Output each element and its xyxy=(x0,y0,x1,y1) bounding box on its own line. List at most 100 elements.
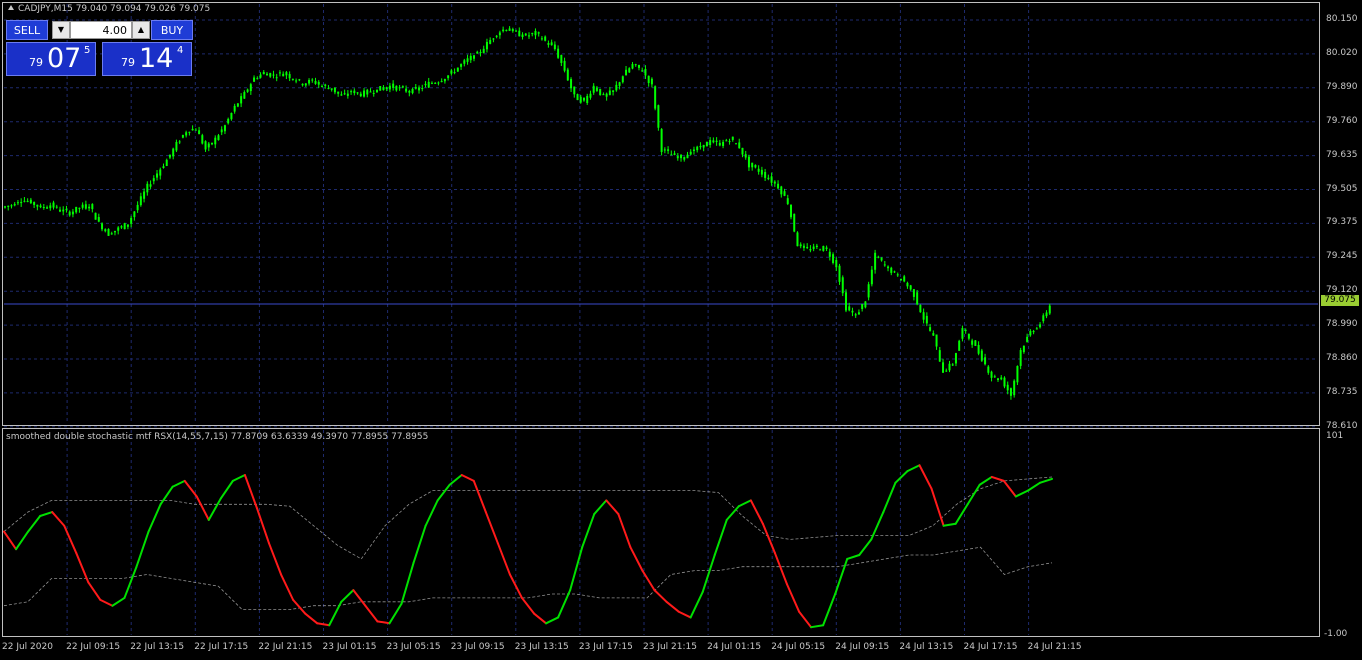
candle-body xyxy=(298,79,301,81)
buy-price-main: 14 xyxy=(139,43,174,74)
candle-body xyxy=(589,93,592,98)
candle-body xyxy=(42,207,45,209)
rsx-line-segment xyxy=(219,479,234,500)
rsx-line-segment xyxy=(1026,481,1041,492)
candle-body xyxy=(1042,315,1045,322)
price-axis-label: 79.760 xyxy=(1326,115,1358,126)
candle-body xyxy=(673,153,676,155)
candle-body xyxy=(434,82,437,84)
candle-body xyxy=(608,90,611,95)
candle-body xyxy=(1016,365,1019,383)
buy-button[interactable]: BUY xyxy=(151,20,193,40)
candle-body xyxy=(903,276,906,282)
candle-body xyxy=(809,249,812,251)
candle-body xyxy=(576,94,579,101)
sell-price-quote[interactable]: 79 07 5 xyxy=(6,42,96,76)
indicator-top-label: 101 xyxy=(1326,431,1344,441)
candle-body xyxy=(854,314,857,316)
rsx-line-segment xyxy=(243,474,258,510)
rsx-line-segment xyxy=(629,546,644,572)
candle-body xyxy=(573,86,576,95)
candle-body xyxy=(1019,350,1022,366)
rsx-line-segment xyxy=(749,499,764,525)
candle-body xyxy=(654,86,657,109)
candle-body xyxy=(94,212,97,220)
candle-body xyxy=(126,224,129,227)
rsx-line-segment xyxy=(737,499,752,508)
candle-body xyxy=(220,129,223,133)
candle-body xyxy=(964,329,967,332)
candle-body xyxy=(760,169,763,175)
candle-body xyxy=(508,28,511,31)
candle-body xyxy=(987,366,990,373)
time-axis-label: 24 Jul 21:15 xyxy=(1027,642,1082,652)
candle-body xyxy=(382,87,385,91)
rsx-line-segment xyxy=(159,485,174,506)
candle-body xyxy=(91,204,94,210)
candle-body xyxy=(214,137,217,145)
rsx-line-segment xyxy=(15,530,30,551)
candle-body xyxy=(172,148,175,157)
candle-body xyxy=(715,140,718,143)
candle-body xyxy=(511,29,514,32)
candle-body xyxy=(401,86,404,88)
rsx-line-segment xyxy=(689,591,704,619)
time-axis-label: 23 Jul 17:15 xyxy=(578,642,633,652)
candle-body xyxy=(282,73,285,77)
price-axis-label: 79.505 xyxy=(1326,183,1358,194)
rsx-line-segment xyxy=(653,589,668,603)
candle-body xyxy=(864,301,867,308)
time-axis-label: 24 Jul 01:15 xyxy=(707,642,762,652)
candle-body xyxy=(498,32,501,36)
candle-body xyxy=(841,277,844,294)
lot-decrease-button[interactable]: ▼ xyxy=(52,21,70,39)
candle-body xyxy=(217,135,220,141)
candle-body xyxy=(899,278,902,281)
candle-body xyxy=(586,95,589,103)
candle-body xyxy=(680,154,683,159)
candle-body xyxy=(618,82,621,86)
rsx-line-segment xyxy=(906,464,921,473)
candle-body xyxy=(479,51,482,53)
candle-body xyxy=(699,145,702,148)
candle-body xyxy=(356,92,359,94)
candle-body xyxy=(26,200,29,202)
rsx-line-segment xyxy=(533,612,548,625)
rsx-line-segment xyxy=(846,554,861,560)
candle-body xyxy=(932,333,935,336)
candle-body xyxy=(443,79,446,82)
sell-button[interactable]: SELL xyxy=(6,20,48,40)
candle-body xyxy=(997,378,1000,381)
candle-body xyxy=(327,88,330,90)
candle-body xyxy=(207,143,210,148)
candle-body xyxy=(599,88,602,95)
candle-body xyxy=(692,149,695,152)
candle-body xyxy=(405,88,408,92)
candle-body xyxy=(120,226,123,228)
rsx-line-segment xyxy=(171,479,186,488)
rsx-line-segment xyxy=(701,554,716,594)
buy-price-quote[interactable]: 79 14 4 xyxy=(102,42,192,76)
candle-body xyxy=(767,177,770,180)
lot-size-input[interactable] xyxy=(70,21,132,39)
candle-body xyxy=(485,41,488,50)
rsx-line-segment xyxy=(352,589,367,607)
price-axis-label: 80.150 xyxy=(1326,14,1358,24)
candle-body xyxy=(667,149,670,151)
candle-body xyxy=(133,211,136,218)
candle-body xyxy=(36,204,39,207)
rsx-line-segment xyxy=(677,610,692,619)
candle-body xyxy=(473,55,476,59)
candle-body xyxy=(333,87,336,93)
candle-body xyxy=(961,328,964,339)
time-axis-label: 24 Jul 13:15 xyxy=(899,642,954,652)
time-axis-label: 23 Jul 01:15 xyxy=(322,642,377,652)
candle-body xyxy=(505,29,508,31)
lot-increase-button[interactable]: ▲ xyxy=(132,21,150,39)
candle-body xyxy=(123,223,126,230)
candle-body xyxy=(799,244,802,247)
candle-body xyxy=(285,72,288,76)
rsx-line-segment xyxy=(39,511,54,517)
candle-body xyxy=(75,206,78,213)
candle-body xyxy=(58,209,61,212)
